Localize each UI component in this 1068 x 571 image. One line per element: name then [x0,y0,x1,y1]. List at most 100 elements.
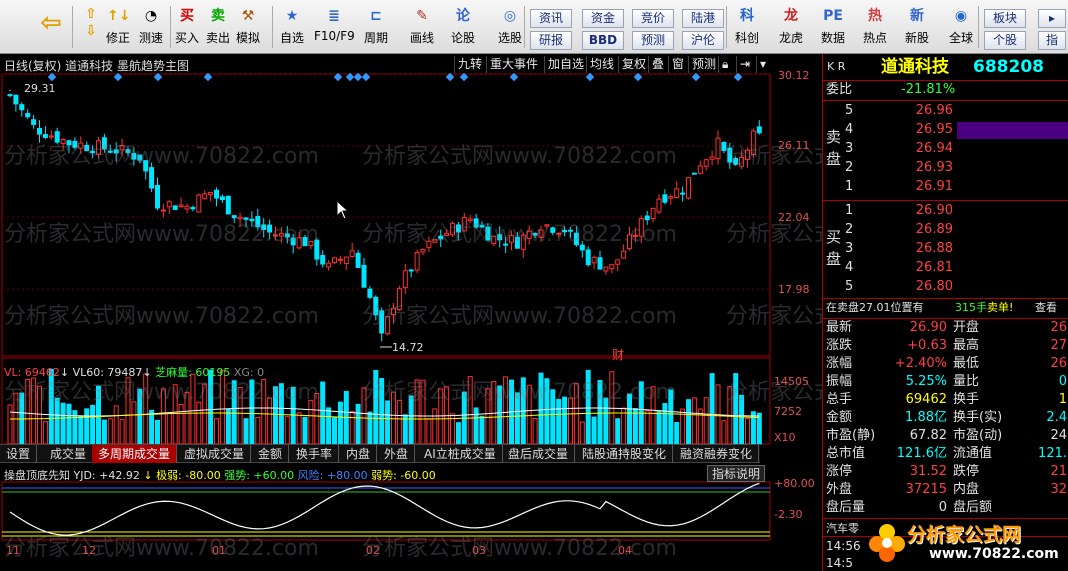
buy-level-row[interactable]: 3 26.88 [823,240,1068,258]
volume-bar [579,421,585,445]
toolbar-button-4[interactable]: ⚒ 模拟 [234,4,262,50]
toolbar-button-13[interactable]: PE 数据 [816,4,850,50]
candle-body [579,244,585,251]
bankuai-button[interactable]: 板块 [984,9,1026,28]
candle-body [562,229,568,233]
volume-bar [243,418,249,445]
indicator-tab-1[interactable]: 成交量 [44,445,94,463]
sell-level-row[interactable]: 3 26.94 [823,140,1068,158]
toolbar-button-11[interactable]: 科科创 [730,4,764,50]
toolbar-icon: 龙 [784,8,798,24]
toolbar-button-10[interactable]: ◎ 选股 [492,4,528,50]
indicator-tab-4[interactable]: 金额 [252,445,290,463]
toolbar-button-2[interactable]: 买买入 [172,4,202,50]
candle-body [450,223,455,236]
volume-bar [385,400,391,445]
indicator-tab-5[interactable]: 换手率 [290,445,340,463]
indicator-tab-2[interactable]: 多周期成交量 [92,445,178,463]
volume-bar [284,416,290,445]
indicator-tab-8[interactable]: AI立桩成交量 [418,445,503,463]
volume-bar [96,385,101,445]
sell-level-row[interactable]: 2 26.93 [823,159,1068,177]
candle-body [432,239,438,243]
volume-bar [597,379,603,445]
toolbar-button-8[interactable]: ✎ 画线 [404,4,440,50]
buy-level-row[interactable]: 4 26.81 [823,259,1068,277]
candle-body [361,264,367,288]
jingjia-button[interactable]: 竞价 [632,9,674,28]
sell-level-row[interactable]: 1 26.91 [823,178,1068,196]
toolbar-button-14[interactable]: 热热点 [858,4,892,50]
volume-bar [320,381,326,445]
indicator-tab-9[interactable]: 盘后成交量 [502,445,576,463]
toolbar-button-6[interactable]: ≣ F10/F9 [314,4,355,50]
toolbar-button-16[interactable]: ◉ 全球 [944,4,978,50]
weibi-row: 委比 -21.81% [823,81,1068,99]
hulun-button[interactable]: 沪伦 [682,31,724,50]
zhima-value: 芝麻量: 60195 [155,366,231,379]
date-axis-label: 04 [618,544,632,557]
candle-body [467,218,473,222]
toolbar-label: 全球 [948,31,973,45]
candle-body [750,130,756,156]
toolbar-button-15[interactable]: 新新股 [900,4,934,50]
candle-body [149,167,155,189]
gegu-button[interactable]: 个股 [984,31,1026,50]
candle-body [650,207,656,220]
financial-report-marker[interactable]: 财 [612,346,624,363]
zhi-button[interactable]: 指 [1038,31,1066,50]
volume-bar [568,397,573,445]
back-button[interactable]: ⇦ [34,4,68,50]
zixun-button[interactable]: 资讯 [530,9,572,28]
toolbar-label: 论股 [450,31,475,45]
buy-level-row[interactable]: 2 26.89 [823,221,1068,239]
indicator-tab-6[interactable]: 内盘 [340,445,378,463]
sell-level-row[interactable]: 5 26.96 [823,102,1068,120]
buy-level-row[interactable]: 5 26.80 [823,278,1068,296]
candle-body [715,137,721,160]
toolbar-button-1[interactable]: ◔ 测速 [136,4,166,50]
chart-area[interactable]: 日线(复权) 道通科技 墨航趋势主图 九转 重大事件 加自选 均线 复权叠窗预测 🔒︎ … [0,54,1041,571]
view-link[interactable]: 查看 [1035,299,1057,317]
yanbao-button[interactable]: 研报 [530,31,572,50]
candle-body [72,140,78,148]
candle-body [25,112,31,118]
bbd-button[interactable]: BBD [582,31,624,50]
lugang-button[interactable]: 陆港 [682,9,724,28]
candle-body [255,216,261,228]
yuce-button[interactable]: 预测 [632,31,674,50]
indicator-tab-10[interactable]: 陆股通持股变化 [576,445,674,463]
candle-body [709,156,715,160]
indicator-tab-11[interactable]: 融资融券变化 [674,445,760,463]
candle-body [426,240,432,248]
volume-multiplier-label: X10 [774,431,796,444]
indicator-help-button[interactable]: 指标说明 [707,465,765,482]
candle-body [7,94,13,97]
indicator-tab-7[interactable]: 外盘 [378,445,416,463]
order-alert[interactable]: 在卖盘27.01位置有 315手 卖单! 查看 [823,299,1068,317]
toolbar-button-7[interactable]: ⊏ 周期 [362,4,390,50]
volume-bar [721,420,727,445]
candle-body [184,205,190,210]
scroll-arrow-button[interactable]: ▸ [1038,9,1066,28]
buy-level-row[interactable]: 1 26.90 [823,202,1068,220]
toolbar-icon: 卖 [211,8,225,24]
volume-bar [107,418,113,445]
up-down-stepper[interactable]: ⇧ ⇩ [78,4,104,50]
zijin-button[interactable]: 资金 [582,9,624,28]
toolbar-label: 模拟 [235,31,260,45]
toolbar-button-3[interactable]: 卖卖出 [204,4,232,50]
candle-body [172,205,178,210]
toolbar-button-5[interactable]: ★ 自选 [276,4,308,50]
indicator-tab-3[interactable]: 虚拟成交量 [178,445,252,463]
toolbar-icon: ✎ [416,8,428,24]
toolbar-button-12[interactable]: 龙龙虎 [774,4,808,50]
indicator-tab-0[interactable]: 设置 [0,445,38,463]
volume-bar [119,419,125,445]
price-axis-label: 26.11 [778,139,810,152]
candle-body [196,194,202,213]
toolbar-button-9[interactable]: 论论股 [446,4,480,50]
toolbar-icon: ↑↓ [107,8,131,24]
toolbar-button-0[interactable]: ↑↓ 修正 [104,4,132,50]
candle-body [355,252,361,268]
